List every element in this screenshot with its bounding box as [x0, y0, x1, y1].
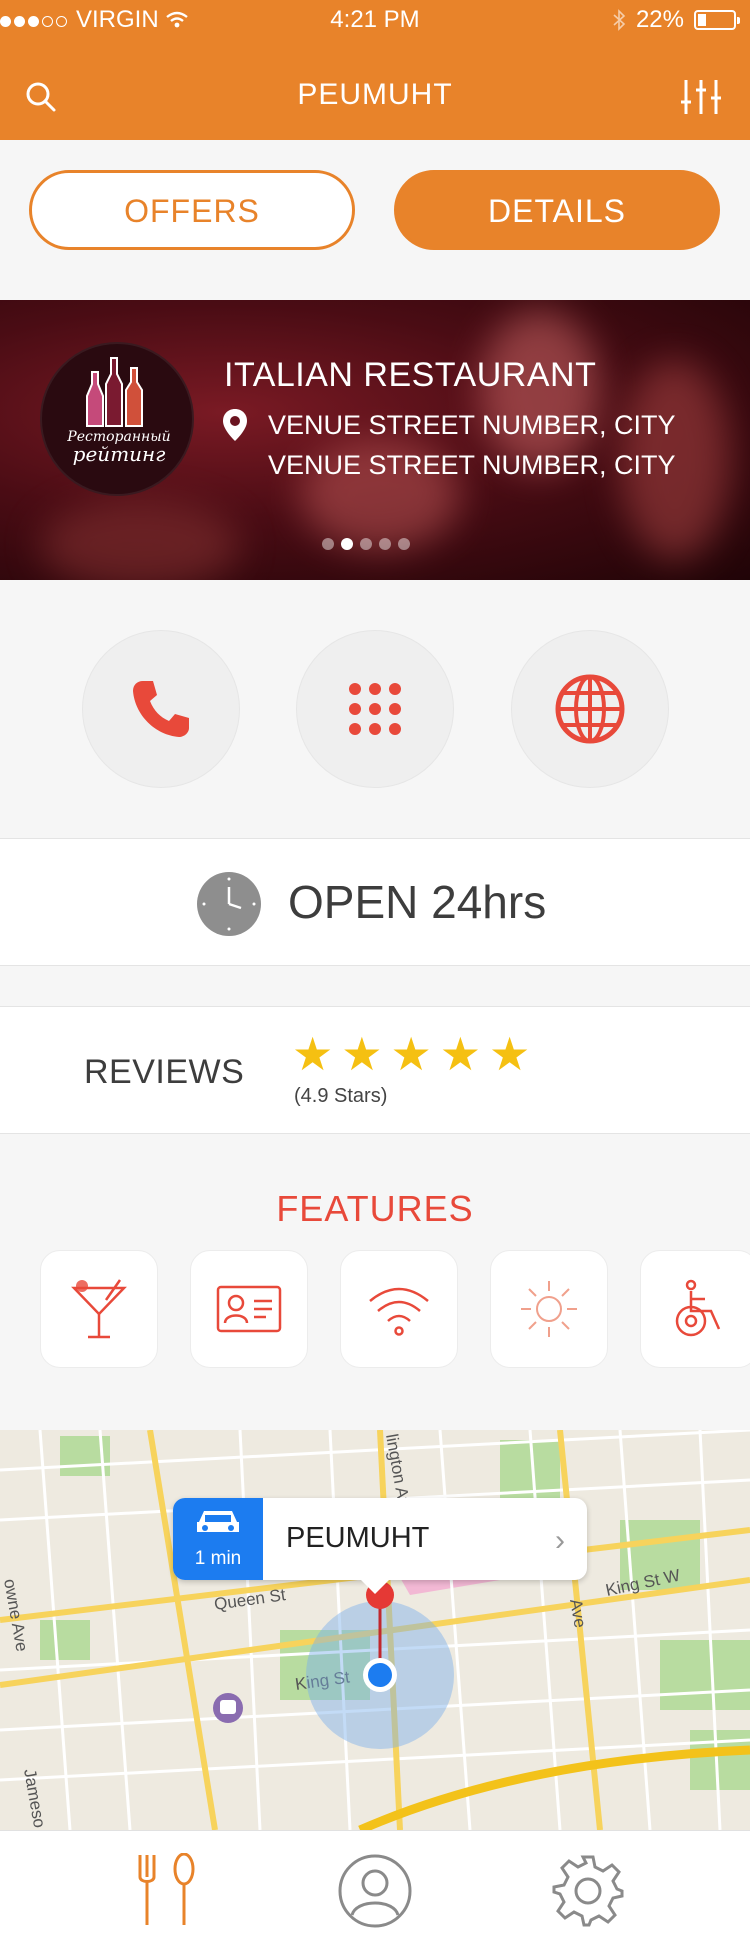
profile-icon[interactable]	[338, 1853, 412, 1929]
feature-terrace[interactable]	[490, 1250, 608, 1368]
battery-label: 22%	[635, 6, 684, 33]
features-title: FEATURES	[276, 1188, 474, 1229]
travel-time-badge: 1 min	[173, 1498, 263, 1580]
restaurant-banner: Ресторанный рейтинг ITALIAN RESTAURANT V…	[0, 300, 750, 580]
segment-control: OFFERS DETAILS	[0, 140, 750, 300]
tab-bar	[0, 1830, 750, 1949]
reviews-row[interactable]: REVIEWS ★ ★ ★ ★ ★ (4.9 Stars)	[0, 1006, 750, 1134]
filter-icon[interactable]	[680, 78, 722, 116]
cocktail-icon	[71, 1279, 127, 1339]
car-icon	[197, 1511, 239, 1532]
star-icon: ★	[390, 1028, 432, 1080]
id-card-icon	[216, 1285, 282, 1333]
map-popup[interactable]: 1 min PEUMUHT ›	[173, 1498, 587, 1594]
feature-wifi[interactable]	[340, 1250, 458, 1368]
features-section: FEATURES	[0, 1134, 750, 1430]
star-icon: ★	[439, 1028, 481, 1080]
clock-icon	[197, 872, 261, 936]
call-button[interactable]	[82, 630, 240, 788]
star-icon: ★	[341, 1028, 383, 1080]
restaurant-name: ITALIAN RESTAURANT	[224, 356, 597, 394]
phone-icon	[133, 681, 189, 737]
address-line-2: VENUE STREET NUMBER, CITY	[268, 450, 676, 480]
wheelchair-icon	[675, 1279, 721, 1337]
logo-text: Ресторанный рейтинг	[42, 430, 196, 466]
menu-button[interactable]	[296, 630, 454, 788]
bluetooth-icon	[613, 9, 626, 31]
reviews-label: REVIEWS	[84, 1053, 245, 1091]
pager-dot[interactable]	[379, 538, 391, 550]
map-canvas[interactable]: Queen St King St King St W Ave lington A…	[0, 1430, 750, 1830]
location-pin-icon	[223, 409, 247, 441]
location-map[interactable]: Queen St King St King St W Ave lington A…	[0, 1430, 750, 1830]
opening-hours: OPEN 24hrs	[0, 838, 750, 966]
feature-id-card[interactable]	[190, 1250, 308, 1368]
star-icon: ★	[292, 1028, 334, 1080]
globe-icon	[555, 674, 625, 744]
app-header: VIRGIN 4:21 PM 22% PEUMUHT	[0, 0, 750, 140]
battery-icon	[694, 10, 740, 30]
logo-text-line2: рейтинг	[72, 442, 166, 466]
feature-accessible[interactable]	[640, 1250, 750, 1368]
popup-tail	[359, 1578, 391, 1594]
star-rating: ★ ★ ★ ★ ★	[292, 1031, 530, 1077]
rating-text: (4.9 Stars)	[294, 1085, 388, 1107]
status-right: 22%	[612, 6, 740, 34]
feature-cocktail[interactable]	[40, 1250, 158, 1368]
food-icon[interactable]	[134, 1853, 200, 1929]
quick-actions	[0, 580, 750, 838]
settings-icon[interactable]	[550, 1853, 626, 1929]
details-button[interactable]: DETAILS	[394, 170, 720, 250]
pager-dot[interactable]	[360, 538, 372, 550]
offers-button[interactable]: OFFERS	[29, 170, 355, 250]
pager-dot-active[interactable]	[341, 538, 353, 550]
sun-icon	[521, 1281, 577, 1337]
wine-bottles-icon	[86, 357, 143, 427]
pager-dot[interactable]	[398, 538, 410, 550]
park-area	[660, 1640, 750, 1710]
travel-time: 1 min	[194, 1548, 242, 1569]
website-button[interactable]	[511, 630, 669, 788]
pager-dot[interactable]	[322, 538, 334, 550]
grid-dots-icon	[349, 683, 401, 735]
carousel-pager[interactable]	[322, 538, 410, 550]
popup-title: PEUMUHT	[286, 1522, 430, 1554]
park-area	[40, 1620, 90, 1660]
chevron-right-icon: ›	[555, 1524, 565, 1557]
page-title: PEUMUHT	[297, 78, 453, 111]
banner-bokeh	[40, 500, 240, 580]
wifi-icon	[369, 1287, 429, 1336]
star-icon: ★	[489, 1028, 531, 1080]
restaurant-logo: Ресторанный рейтинг	[40, 342, 194, 496]
address-line-1: VENUE STREET NUMBER, CITY	[268, 410, 676, 440]
status-bar: VIRGIN 4:21 PM 22%	[0, 6, 750, 38]
hours-label: OPEN 24hrs	[288, 876, 547, 928]
